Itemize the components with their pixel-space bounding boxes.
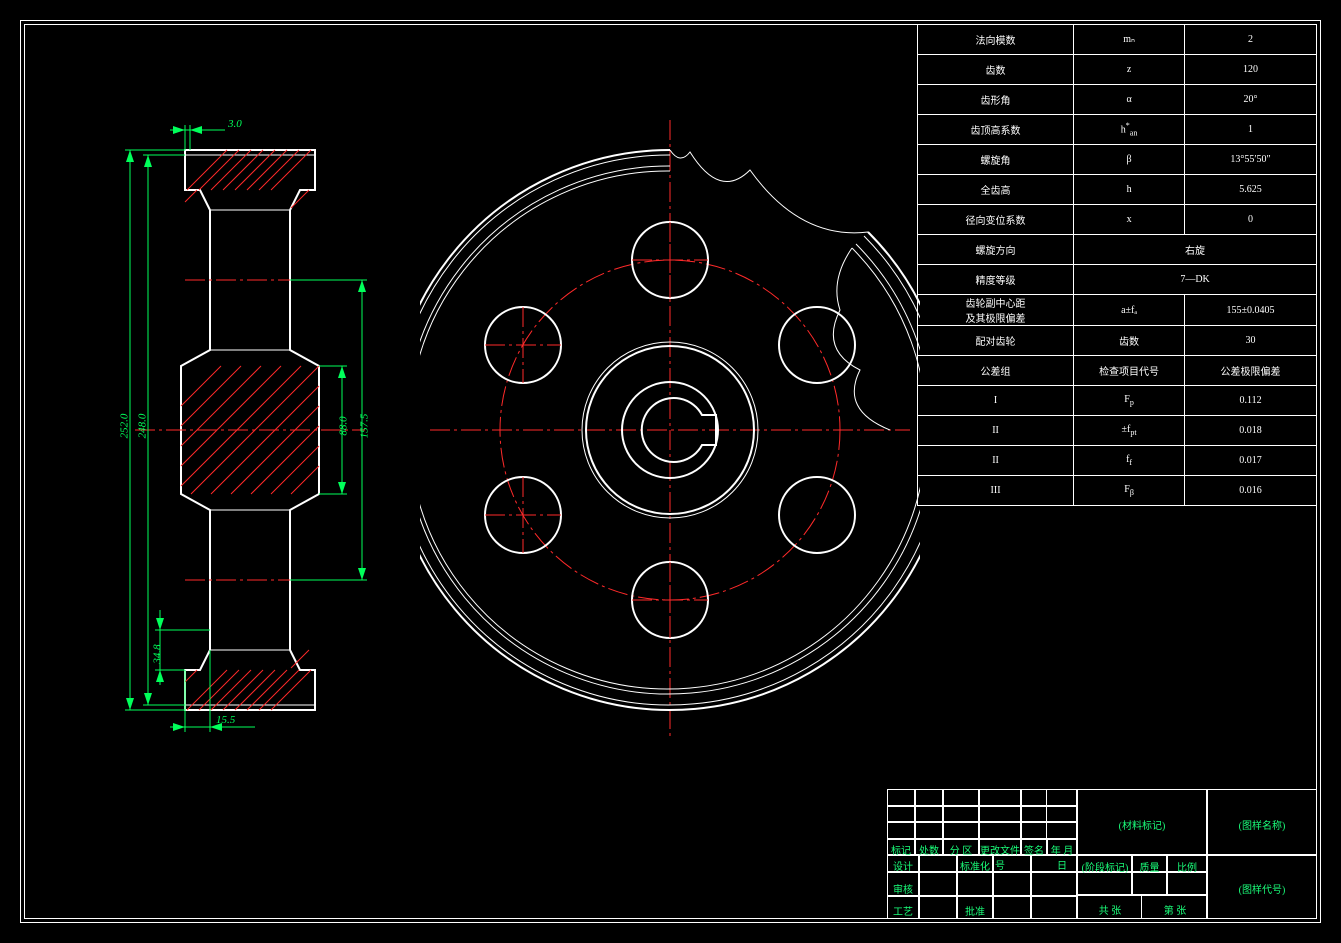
param-sym: h*an [1074,115,1185,145]
rev-hdr: 标记 [889,842,913,857]
mass-label: 质量 [1134,859,1165,874]
sig-label: 标准化 [959,858,991,873]
param-sym: β [1074,145,1185,175]
param-sym: x [1074,205,1185,235]
param-sym: α [1074,85,1185,115]
param-val: 0 [1185,205,1317,235]
dim-value: 157.5 [358,414,370,439]
gear-parameter-table: 法向模数mₙ2 齿数z120 齿形角α20° 齿顶高系数h*an1 螺旋角β13… [917,24,1317,506]
tol-hdr: 检查项目代号 [1074,356,1185,386]
param-val: 30 [1185,326,1317,356]
stage-label: (阶段标记) [1080,859,1130,874]
tol-val: 0.018 [1185,416,1317,446]
sheet-label: 第 张 [1145,902,1205,917]
param-sym: h [1074,175,1185,205]
dim-value: 3.0 [228,118,242,130]
param-name: 螺旋方向 [918,235,1074,265]
param-sym: z [1074,55,1185,85]
param-val: 155±0.0405 [1185,295,1317,326]
param-name: 齿数 [918,55,1074,85]
tol-sym: ±fpt [1074,416,1185,446]
sheet-label: 共 张 [1080,902,1140,917]
drawing-sheet: 法向模数mₙ2 齿数z120 齿形角α20° 齿顶高系数h*an1 螺旋角β13… [0,0,1341,943]
tol-val: 0.112 [1185,386,1317,416]
dim-value: 34.8 [152,644,164,663]
param-name: 法向模数 [918,25,1074,55]
param-val: 右旋 [1074,235,1317,265]
param-name: 配对齿轮 [918,326,1074,356]
dim-value: 15.5 [216,714,235,726]
title-block: 标记 处数 分 区 更改文件号 签名 年 月 日 设计 审核 工艺 标准化 批准… [887,789,1317,919]
param-name: 精度等级 [918,265,1074,295]
param-sym: mₙ [1074,25,1185,55]
rev-hdr: 签名 [1023,842,1045,857]
param-val: 5.625 [1185,175,1317,205]
dim-value: 88.0 [338,416,350,435]
tol-val: 0.017 [1185,446,1317,476]
param-name: 齿顶高系数 [918,115,1074,145]
tol-grp: III [918,476,1074,506]
rev-hdr: 分 区 [945,842,977,857]
param-name: 螺旋角 [918,145,1074,175]
sig-label: 批准 [959,903,991,918]
sig-label: 工艺 [889,903,917,918]
dim-value: 248.0 [136,414,148,439]
param-val: 2 [1185,25,1317,55]
param-name: 全齿高 [918,175,1074,205]
drawing-name-label: (图样名称) [1212,817,1312,832]
tol-hdr: 公差极限偏差 [1185,356,1317,386]
sig-label: 审核 [889,881,917,896]
tol-sym: Fp [1074,386,1185,416]
tol-val: 0.016 [1185,476,1317,506]
param-sym: a±fₐ [1074,295,1185,326]
sig-label: 设计 [889,858,917,873]
param-val: 20° [1185,85,1317,115]
drawing-code-label: (图样代号) [1212,881,1312,896]
param-sym: 齿数 [1074,326,1185,356]
gear-front-view [420,110,920,750]
param-name: 齿形角 [918,85,1074,115]
tol-sym: Fβ [1074,476,1185,506]
param-val: 7—DK [1074,265,1317,295]
material-label: (材料标记) [1082,817,1202,832]
param-val: 120 [1185,55,1317,85]
param-name: 径向变位系数 [918,205,1074,235]
tol-grp: II [918,446,1074,476]
tol-hdr: 公差组 [918,356,1074,386]
rev-hdr: 处数 [917,842,941,857]
scale-label: 比例 [1169,859,1205,874]
tol-sym: ff [1074,446,1185,476]
param-val: 1 [1185,115,1317,145]
dim-value: 252.0 [118,414,130,439]
tol-grp: I [918,386,1074,416]
rev-hdr: 年 月 日 [1047,842,1077,872]
param-val: 13°55′50″ [1185,145,1317,175]
tol-grp: II [918,416,1074,446]
param-name: 齿轮副中心距及其极限偏差 [918,295,1074,326]
